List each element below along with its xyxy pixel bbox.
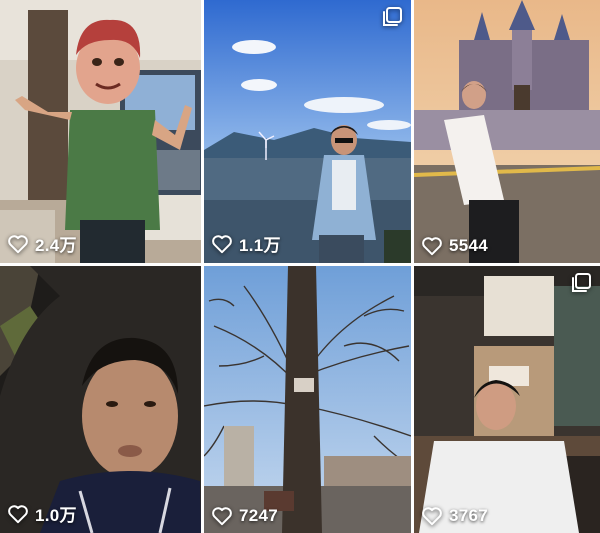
post-thumbnail-6[interactable]: 3767: [414, 266, 600, 533]
post-thumbnail-5[interactable]: 7247: [204, 266, 411, 533]
thumbnail-image: [0, 266, 201, 533]
like-count-text: 3767: [449, 506, 489, 525]
like-count: 1.1万: [211, 231, 281, 256]
thumbnail-image: [204, 266, 411, 533]
multi-image-icon: [570, 272, 592, 294]
heart-outline-icon: [8, 234, 28, 253]
post-grid: 2.4万 1.1万 5544 1.0万 7247 3767: [0, 0, 600, 533]
thumbnail-image: [204, 0, 411, 263]
multi-image-icon: [381, 6, 403, 28]
post-thumbnail-1[interactable]: 2.4万: [0, 0, 201, 263]
thumbnail-image: [0, 0, 201, 263]
heart-outline-icon: [422, 507, 442, 526]
thumbnail-image: [414, 0, 600, 263]
like-count: 3767: [421, 506, 488, 526]
like-count-text: 5544: [449, 236, 489, 255]
post-thumbnail-2[interactable]: 1.1万: [204, 0, 411, 263]
heart-outline-icon: [422, 237, 442, 256]
heart-outline-icon: [212, 234, 232, 253]
like-count: 1.0万: [7, 501, 77, 526]
heart-outline-icon: [212, 507, 232, 526]
like-count-text: 1.1万: [239, 236, 281, 255]
like-count: 2.4万: [7, 231, 77, 256]
like-count: 5544: [421, 236, 488, 256]
heart-outline-icon: [8, 504, 28, 523]
like-count-text: 1.0万: [35, 506, 77, 525]
thumbnail-image: [414, 266, 600, 533]
like-count: 7247: [211, 506, 278, 526]
post-thumbnail-4[interactable]: 1.0万: [0, 266, 201, 533]
like-count-text: 2.4万: [35, 236, 77, 255]
like-count-text: 7247: [239, 506, 279, 525]
post-thumbnail-3[interactable]: 5544: [414, 0, 600, 263]
